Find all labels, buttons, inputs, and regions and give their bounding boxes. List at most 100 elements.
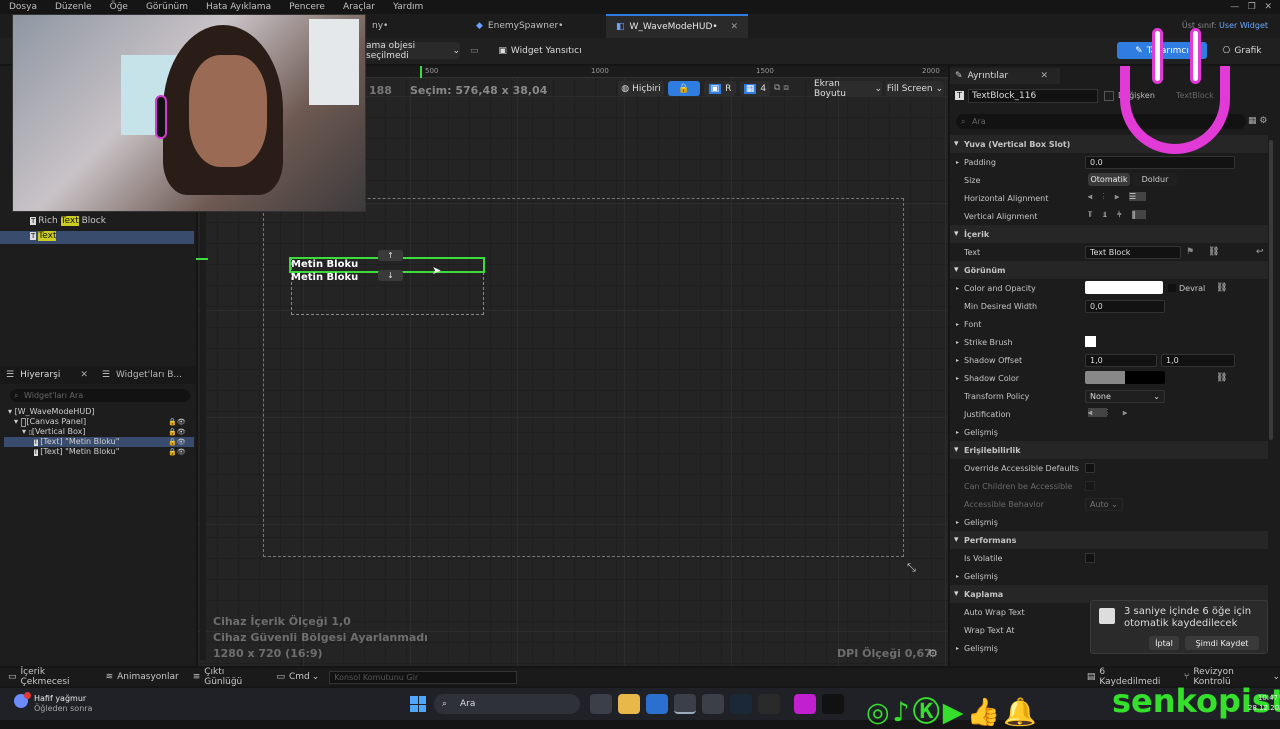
- tab-partial[interactable]: ny•: [362, 14, 398, 38]
- color-swatch[interactable]: [1085, 281, 1163, 294]
- reset-icon[interactable]: ↩: [1256, 247, 1264, 257]
- tree-canvas-panel[interactable]: ▾ [Canvas Panel]: [14, 417, 86, 427]
- menu-help[interactable]: Yardım: [384, 2, 432, 12]
- override-checkbox[interactable]: [1085, 463, 1095, 473]
- tree-vertical-box[interactable]: ▾ ▯[Vertical Box]: [22, 427, 85, 437]
- transform-dropdown[interactable]: None ⌄: [1085, 389, 1165, 403]
- menu-debug[interactable]: Hata Ayıklama: [197, 2, 280, 12]
- row-advanced-3[interactable]: ▸ Gelişmiş: [950, 567, 1268, 585]
- size-auto-button[interactable]: Otomatik: [1088, 173, 1130, 186]
- weather-widget[interactable]: Hafif yağmur Öğleden sonra: [34, 694, 92, 714]
- file-explorer-icon[interactable]: [618, 694, 640, 714]
- debug-object-dropdown[interactable]: ama objesi seçilmedi ⌄: [362, 41, 460, 61]
- palette-item-text[interactable]: T Text: [0, 231, 194, 244]
- bind-icon[interactable]: ⛓: [1216, 373, 1227, 383]
- volatile-checkbox[interactable]: [1085, 553, 1095, 563]
- shadow-offset-y[interactable]: 1,0: [1161, 353, 1235, 367]
- taskbar-search[interactable]: ⌕ Ara: [434, 694, 580, 714]
- section-accessibility[interactable]: ▾ Erişilebilirlik: [950, 441, 1268, 459]
- fill-screen-dropdown[interactable]: Fill Screen ⌄: [886, 81, 944, 96]
- strike-swatch[interactable]: [1085, 336, 1096, 347]
- browse-icon[interactable]: ▭: [470, 46, 479, 56]
- row-font[interactable]: ▸ Font: [950, 315, 1268, 333]
- tree-text-1[interactable]: T [Text] "Metin Bloku": [34, 437, 119, 447]
- tree-root[interactable]: ▾ [W_WaveModeHUD]: [8, 407, 95, 417]
- chrome-icon[interactable]: [674, 694, 696, 714]
- console-input[interactable]: Konsol Komutunu Gir: [329, 670, 517, 684]
- epic-icon[interactable]: [758, 694, 780, 714]
- view-options-icons[interactable]: ▦ ⚙: [1248, 116, 1267, 126]
- size-fill-button[interactable]: Doldur: [1132, 173, 1178, 186]
- tree-text-2[interactable]: T [Text] "Metin Bloku": [34, 447, 119, 457]
- tab-hierarchy[interactable]: Hiyerarşi: [20, 370, 60, 380]
- animations-button[interactable]: Animasyonlar: [117, 672, 179, 682]
- steam-icon[interactable]: [730, 694, 752, 714]
- text-widget-1[interactable]: Metin Bloku: [291, 259, 358, 270]
- children-checkbox[interactable]: [1085, 481, 1095, 491]
- save-now-button[interactable]: Şimdi Kaydet: [1185, 636, 1259, 650]
- justification-buttons[interactable]: ⫷⫶⫸: [1088, 408, 1141, 418]
- system-clock[interactable]: 10:47 28.12.2025: [1248, 693, 1280, 713]
- widget-reflector-button[interactable]: ▣ Widget Yansıtıcı: [496, 42, 584, 59]
- row-advanced-2[interactable]: ▸ Gelişmiş: [950, 513, 1268, 531]
- menu-file[interactable]: Dosya: [0, 2, 46, 12]
- bind-icon[interactable]: ⛓: [1216, 283, 1227, 293]
- windows-start-icon[interactable]: [410, 696, 426, 712]
- close-tab-icon[interactable]: ✕: [1040, 71, 1048, 81]
- close-tab-icon[interactable]: ✕: [730, 22, 738, 32]
- valign-buttons[interactable]: ⫪⫫⫩‖: [1088, 210, 1146, 220]
- section-appearance[interactable]: ▾ Görünüm: [950, 261, 1268, 279]
- row-color: ▸ Color and Opacity Devral ⛓: [950, 279, 1268, 297]
- chevron-down-icon: ▾: [954, 229, 959, 239]
- lock-toggle[interactable]: 🔒: [668, 81, 700, 96]
- tab-widget-library[interactable]: Widget'ları B...: [116, 370, 182, 380]
- cancel-button[interactable]: İptal: [1149, 636, 1179, 650]
- shadow-offset-x[interactable]: 1,0: [1085, 353, 1157, 367]
- none-button[interactable]: ◍ Hiçbiri: [618, 81, 664, 96]
- widget-name-input[interactable]: TextBlock_116: [968, 89, 1098, 103]
- behavior-dropdown[interactable]: Auto ⌄: [1085, 497, 1123, 511]
- text-value-input[interactable]: Text Block: [1085, 245, 1181, 259]
- menu-edit[interactable]: Düzenle: [46, 2, 101, 12]
- screen-size-dropdown[interactable]: Ekran Boyutu ⌄: [814, 79, 882, 99]
- menu-tools[interactable]: Araçlar: [334, 2, 384, 12]
- tab-enemy-spawner[interactable]: ◆ EnemySpawner•: [466, 14, 604, 38]
- menu-asset[interactable]: Öğe: [101, 2, 137, 12]
- chevron-right-icon: ▸: [956, 374, 960, 382]
- store-icon[interactable]: [646, 694, 668, 714]
- shadow-color-swatch[interactable]: [1085, 371, 1165, 384]
- content-drawer-button[interactable]: İçerik Çekmecesi: [21, 667, 94, 687]
- grid-snap-toggle[interactable]: ▦ 4: [740, 81, 770, 96]
- gear-icon[interactable]: ⚙: [928, 647, 938, 660]
- layout-icons[interactable]: ⧉ ⧈: [774, 83, 789, 93]
- app-icon[interactable]: [702, 694, 724, 714]
- task-view-icon[interactable]: [590, 694, 612, 714]
- visibility-icons[interactable]: 🔒👁 🔒👁 🔒👁 🔒👁: [168, 417, 186, 457]
- window-controls[interactable]: — ❐ ✕: [1230, 2, 1272, 12]
- respect-locks-toggle[interactable]: ▣ R: [704, 81, 736, 96]
- tab-wave-mode-hud[interactable]: ◧ W_WaveModeHUD• ✕: [606, 14, 748, 38]
- twitch-icon[interactable]: [794, 694, 816, 714]
- inherit-checkbox[interactable]: [1168, 284, 1176, 292]
- details-scrollbar[interactable]: [1269, 140, 1273, 440]
- min-width-input[interactable]: 0,0: [1085, 299, 1165, 313]
- resize-handle-icon[interactable]: ⤡: [907, 561, 916, 575]
- halign-buttons[interactable]: ⫷⫶⫸☰: [1088, 192, 1147, 202]
- menu-window[interactable]: Pencere: [280, 2, 334, 12]
- row-advanced-1[interactable]: ▸ Gelişmiş: [950, 423, 1268, 441]
- text-widget-2[interactable]: Metin Bloku: [291, 272, 358, 283]
- flag-icon[interactable]: ⚑: [1186, 247, 1194, 257]
- unreal-icon[interactable]: [822, 694, 844, 714]
- section-performance[interactable]: ▾ Performans: [950, 531, 1268, 549]
- output-log-button[interactable]: Çıktı Günlüğü: [204, 667, 262, 687]
- section-content[interactable]: ▾ İçerik: [950, 225, 1268, 243]
- widget-search-input[interactable]: ⌕ Widget'ları Ara: [10, 389, 190, 402]
- cmd-dropdown[interactable]: Cmd: [289, 672, 310, 682]
- palette-item-rich-text-block[interactable]: T Rich Text Block: [0, 216, 196, 229]
- menu-view[interactable]: Görünüm: [137, 2, 197, 12]
- move-down-button[interactable]: ↓: [378, 270, 403, 281]
- close-tab-icon[interactable]: ✕: [80, 370, 88, 380]
- bind-icon[interactable]: ⛓: [1208, 247, 1219, 257]
- details-tab[interactable]: ✎ Ayrıntılar ✕: [950, 68, 1060, 84]
- move-up-button[interactable]: ↑: [378, 250, 403, 261]
